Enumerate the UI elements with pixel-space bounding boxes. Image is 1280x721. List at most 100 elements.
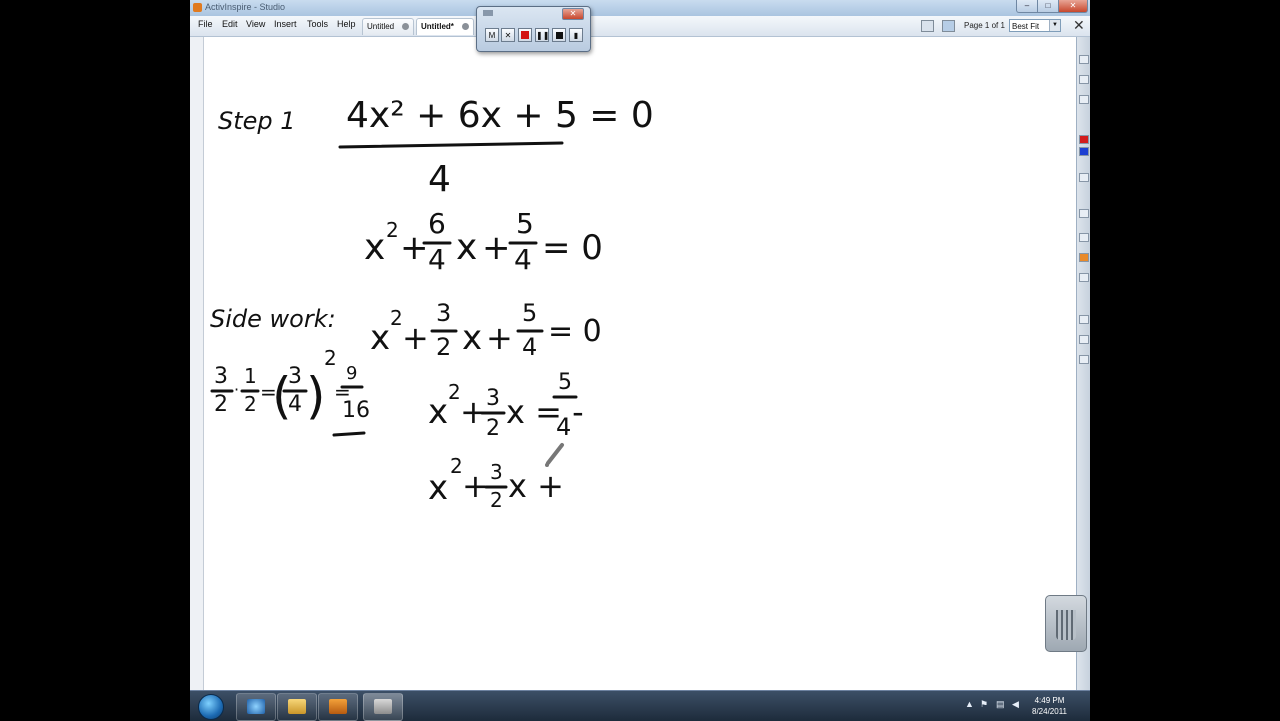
reset-icon[interactable] [1079,335,1089,344]
close-window-button[interactable]: ✕ [1058,0,1088,13]
svg-text:2: 2 [214,392,228,417]
svg-text:6: 6 [428,207,446,240]
svg-text:4: 4 [514,243,532,276]
taskbar-activinspire[interactable] [363,693,403,721]
settings-icon[interactable] [942,20,955,32]
main-toolbox-icon[interactable] [1079,55,1089,64]
fill-tool-icon[interactable] [1079,253,1089,262]
svg-text:2: 2 [386,218,399,242]
svg-text:3: 3 [214,364,228,389]
activinspire-icon [374,699,392,714]
menu-edit[interactable]: Edit [222,19,238,29]
handwritten-math: Step 1 4x² + 6x + 5 = 0 4 x 2 + 6 4 x + … [210,95,654,512]
action-center-flag-icon[interactable]: ⚑ [980,699,988,710]
page-browser-icon[interactable] [921,20,934,32]
svg-text:4: 4 [522,333,537,361]
minimize-button[interactable]: – [1016,0,1038,13]
tray-chevron-icon[interactable]: ▲ [965,699,974,709]
screen-recorder-panel[interactable]: ✕ M ✕ ❚❚ ▮ [476,6,591,52]
undo-icon[interactable] [1079,273,1089,282]
stop-button[interactable] [552,28,566,42]
select-tool-icon[interactable] [1079,95,1089,104]
svg-text:+: + [486,319,513,357]
taskbar-media-player[interactable] [318,693,358,721]
zoom-value: Best Fit [1012,22,1040,31]
system-clock[interactable]: 4:49 PM 8/24/2011 [1032,695,1067,717]
svg-text:2: 2 [324,346,337,370]
menu-bar: File Edit View Insert Tools Help Untitle… [190,16,1090,37]
left-gutter [190,37,204,690]
taskbar-internet-explorer[interactable] [236,693,276,721]
pen-tool-icon[interactable] [1079,75,1089,84]
svg-text:9: 9 [346,363,357,384]
menu-help[interactable]: Help [337,19,356,29]
menu-tools[interactable]: Tools [307,19,328,29]
svg-text:+: + [462,467,489,505]
equation-3: x 2 + 3 2 x + 5 4 = 0 [370,299,602,361]
svg-text:3: 3 [490,460,503,484]
maximize-button[interactable]: □ [1037,0,1059,13]
svg-text:5: 5 [558,370,572,395]
tab-close-icon[interactable] [402,23,410,31]
svg-text:2: 2 [448,380,461,404]
svg-text:2: 2 [390,306,403,330]
record-icon [521,31,529,39]
svg-text:2: 2 [436,333,451,361]
equation-5: x 2 + 3 2 x + [428,454,564,512]
svg-text:4: 4 [556,413,571,441]
recorder-minimize-button[interactable]: M [485,28,499,42]
network-icon[interactable]: ▤ [996,699,1005,710]
equation-4: x 2 + 3 2 x = - 5 4 [428,370,584,441]
svg-text:x = -: x = - [506,393,584,431]
svg-text:x: x [428,468,448,508]
media-player-icon [329,699,347,714]
taskbar-file-explorer[interactable] [277,693,317,721]
start-button[interactable] [198,694,224,720]
equation-1: 4x² + 6x + 5 = 0 [346,95,654,136]
tab-untitled[interactable]: Untitled [362,18,415,35]
recorder-close-button[interactable]: ✕ [562,8,584,20]
tab-label: Untitled [367,22,395,31]
svg-text:x: x [364,227,385,268]
svg-text:x: x [456,227,477,268]
svg-text:2: 2 [244,392,257,416]
page-indicator: Page 1 of 1 [964,21,1005,30]
svg-text:3: 3 [486,386,500,411]
drag-handle[interactable] [483,10,493,16]
svg-text:3: 3 [288,364,302,389]
flipchart-canvas[interactable]: Step 1 4x² + 6x + 5 = 0 4 x 2 + 6 4 x + … [204,37,1075,690]
activinspire-window: ActivInspire - Studio – □ ✕ File Edit Vi… [190,0,1090,720]
volume-icon[interactable]: ◀ [1012,699,1019,710]
tab-untitled-active[interactable]: Untitled* [416,18,474,35]
trash-can[interactable] [1045,595,1087,652]
side-work-expression: 3 2 · 1 2 = ( 3 4 ) 2 = 9 16 [210,346,370,437]
svg-text:x: x [428,392,448,432]
shape-tool-icon[interactable] [1079,209,1089,218]
chevron-down-icon: ▼ [1049,20,1060,31]
redo-icon[interactable] [1079,315,1089,324]
record-button[interactable] [518,28,532,42]
zoom-select[interactable]: Best Fit ▼ [1009,19,1061,32]
svg-text:5: 5 [516,207,534,240]
svg-text:4: 4 [288,392,302,417]
more-tools-icon[interactable] [1079,355,1089,364]
pause-button[interactable]: ❚❚ [535,28,549,42]
svg-text:5: 5 [522,299,537,327]
svg-text:= 0: = 0 [548,314,602,349]
recorder-options-button[interactable]: ▮ [569,28,583,42]
recorder-cancel-button[interactable]: ✕ [501,28,515,42]
menu-file[interactable]: File [198,19,213,29]
close-flipchart-icon[interactable]: ✕ [1073,18,1085,32]
color-blue-icon[interactable] [1079,147,1089,156]
color-red-icon[interactable] [1079,135,1089,144]
step-label: Step 1 [218,107,296,135]
svg-text:4: 4 [428,243,446,276]
title-bar[interactable]: ActivInspire - Studio – □ ✕ [190,0,1090,17]
svg-text:2: 2 [450,454,463,478]
menu-insert[interactable]: Insert [274,19,297,29]
svg-text:2: 2 [486,416,500,441]
text-tool-icon[interactable] [1079,233,1089,242]
menu-view[interactable]: View [246,19,265,29]
eraser-icon[interactable] [1079,173,1089,182]
tab-close-icon[interactable] [461,23,469,31]
